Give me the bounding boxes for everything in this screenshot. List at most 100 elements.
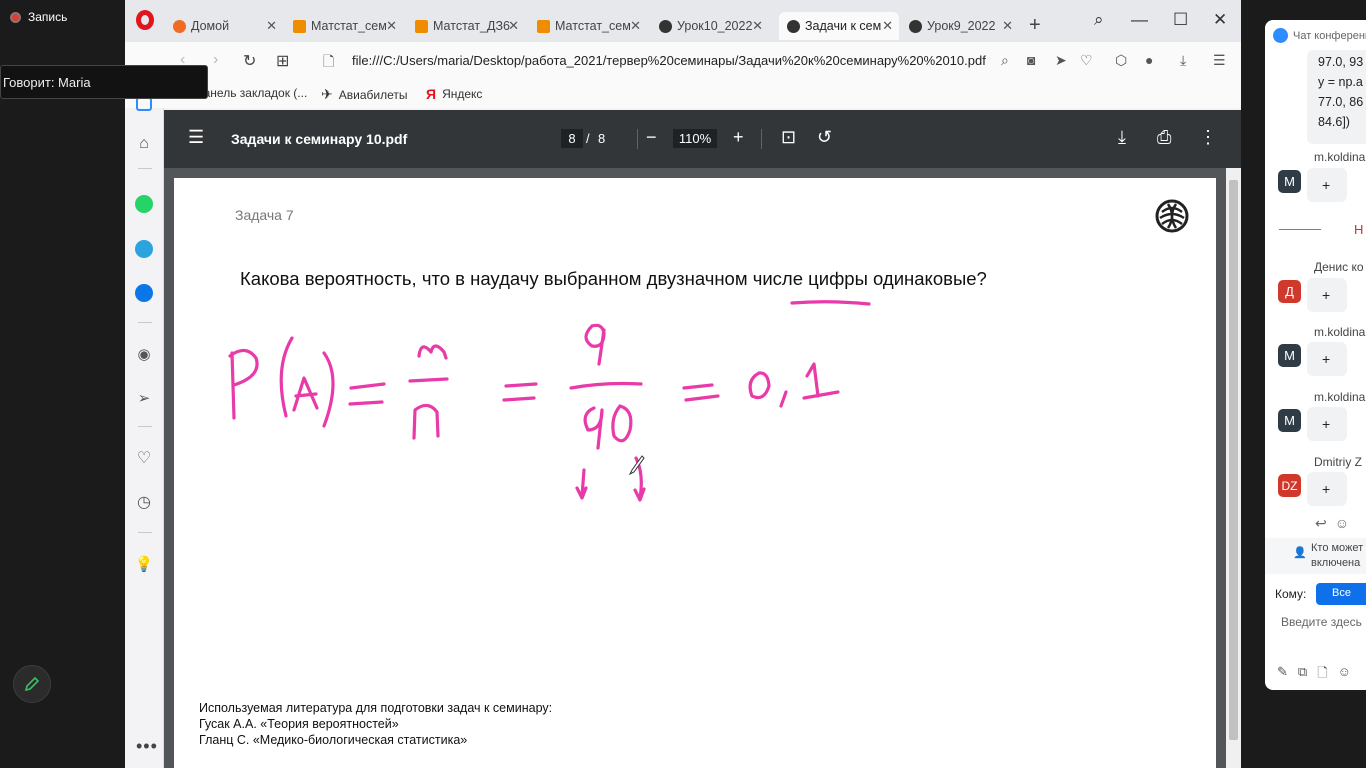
message-sender: Денис ко <box>1314 260 1364 274</box>
minimize-icon[interactable]: — <box>1131 10 1148 30</box>
screenshot-icon[interactable]: ⧉ <box>1298 664 1307 686</box>
search-icon[interactable]: ⌕ <box>1094 10 1104 30</box>
page-separator: / <box>586 131 590 146</box>
bookmarks-bar: Панель закладок (... ✈ Авиабилеты Я Янде… <box>125 80 1241 108</box>
file-icon: 🗋 <box>323 53 335 69</box>
print-icon[interactable]: ⎙ <box>1157 127 1171 148</box>
reply-icon[interactable]: ↩ <box>1315 515 1327 532</box>
profile-icon[interactable]: ● <box>1145 52 1153 68</box>
document-icon <box>537 19 550 33</box>
chat-panel: Чат конференции 97.0, 93 y = np.a 77.0, … <box>1265 20 1366 690</box>
telegram-icon[interactable] <box>134 239 154 259</box>
tab-home[interactable]: Домой ✕ <box>165 12 283 40</box>
annotate-pen-button[interactable] <box>13 665 51 703</box>
message-bubble: + <box>1307 342 1347 376</box>
tab-lesson9[interactable]: Урок9_2022 ✕ <box>901 12 1019 40</box>
tab-seminar-tasks[interactable]: Задачи к сем ✕ <box>779 12 899 40</box>
message-bubble: + <box>1307 407 1347 441</box>
tab-lesson10[interactable]: Урок10_2022 ✕ <box>651 12 769 40</box>
bookmark-panel[interactable]: Панель закладок (... <box>195 86 307 100</box>
document-icon <box>293 19 306 33</box>
zoom-out-icon[interactable]: − <box>646 127 657 148</box>
close-window-icon[interactable]: ✕ <box>1213 10 1227 30</box>
forward-icon[interactable]: › <box>213 51 218 69</box>
whatsapp-icon[interactable] <box>134 194 154 214</box>
zoom-page-icon[interactable]: ⌕ <box>1001 52 1009 69</box>
more-options-icon[interactable]: ⋮ <box>1199 127 1217 148</box>
yandex-icon: Я <box>426 86 437 102</box>
airplane-icon: ✈ <box>321 86 333 102</box>
close-icon[interactable]: ✕ <box>630 18 641 34</box>
reload-icon[interactable]: ↻ <box>243 51 256 71</box>
tab-matstat-3[interactable]: Матстат_сем ✕ <box>529 12 647 40</box>
tab-bar: Домой ✕ Матстат_сем ✕ Матстат_ДЗ6 ✕ Матс… <box>125 0 1241 42</box>
player-icon[interactable]: ◉ <box>134 344 154 364</box>
user-icon: 👤 <box>1293 547 1307 559</box>
message-bubble: + <box>1307 278 1347 312</box>
download-icon[interactable]: ⤓ <box>1118 127 1126 148</box>
emoji-icon[interactable]: ☺ <box>1335 515 1349 532</box>
vk-icon[interactable] <box>134 283 154 303</box>
home-icon[interactable]: ⌂ <box>134 134 154 154</box>
fit-page-icon[interactable]: ⊡ <box>781 127 796 148</box>
zoom-in-icon[interactable]: + <box>733 127 744 148</box>
chat-message-input[interactable]: Введите здесь <box>1281 615 1362 629</box>
close-icon[interactable]: ✕ <box>882 18 893 34</box>
history-icon[interactable]: ◷ <box>134 492 154 512</box>
pdf-scrollbar[interactable] <box>1226 168 1241 768</box>
tab-matstat-1[interactable]: Матстат_сем ✕ <box>285 12 403 40</box>
recipient-label: Кому: <box>1275 587 1307 601</box>
pdf-viewer: Задача 7 Какова вероятность, что в науда… <box>164 168 1241 768</box>
globe-icon <box>909 19 922 33</box>
literature-item: Гланц С. «Медико-биологическая статистик… <box>199 733 468 747</box>
bookmarks-icon[interactable]: ♡ <box>134 448 154 468</box>
new-tab-icon[interactable]: + <box>1029 14 1041 37</box>
message-sender: m.koldina <box>1314 150 1366 164</box>
close-icon[interactable]: ✕ <box>1002 18 1013 34</box>
maximize-icon[interactable]: ☐ <box>1173 10 1188 30</box>
handwritten-solution <box>228 300 871 502</box>
literature-heading: Используемая литература для подготовки з… <box>199 701 553 715</box>
page-total: 8 <box>598 131 606 146</box>
address-bar: ‹ › ↻ ⊞ 🗋 file:///C:/Users/maria/Desktop… <box>125 42 1241 80</box>
message-sender: Dmitriy Z <box>1314 455 1362 469</box>
pdf-page: Задача 7 Какова вероятность, что в науда… <box>174 178 1216 768</box>
close-icon[interactable]: ✕ <box>752 18 763 34</box>
emoji-icon[interactable]: ☺ <box>1338 664 1351 686</box>
close-icon[interactable]: ✕ <box>508 18 519 34</box>
format-icon[interactable]: ✎ <box>1277 664 1288 686</box>
tips-icon[interactable]: 💡 <box>134 554 154 574</box>
document-icon <box>415 19 428 33</box>
tabs-grid-icon[interactable]: ⊞ <box>276 51 289 71</box>
rotate-icon[interactable]: ↺ <box>817 127 832 148</box>
opera-logo-icon[interactable] <box>136 10 154 30</box>
zoom-input[interactable]: 110% <box>673 129 717 148</box>
heart-icon[interactable]: ♡ <box>1080 52 1093 69</box>
chat-toolbar: ✎ ⧉ 🗋 ☺ <box>1277 664 1351 686</box>
camera-icon[interactable]: ◙ <box>1027 52 1035 68</box>
easy-setup-icon[interactable]: ☰ <box>1213 52 1226 69</box>
opera-tab-icon <box>173 19 186 33</box>
more-dots-icon[interactable]: ••• <box>136 736 158 757</box>
close-icon[interactable]: ✕ <box>386 18 397 34</box>
box-icon[interactable]: ⬡ <box>1115 52 1127 69</box>
avatar: M <box>1278 409 1301 432</box>
bookmark-yandex[interactable]: Я Яндекс <box>426 86 482 102</box>
download-icon[interactable]: ⤓ <box>1180 52 1186 69</box>
new-messages-divider <box>1279 229 1321 230</box>
bookmark-aviatickets[interactable]: ✈ Авиабилеты <box>321 86 407 103</box>
url-field[interactable]: file:///C:/Users/maria/Desktop/работа_20… <box>352 53 986 68</box>
close-icon[interactable]: ✕ <box>266 18 277 34</box>
recording-indicator[interactable]: Запись <box>10 10 67 24</box>
recipient-select[interactable]: Все <box>1316 583 1366 605</box>
send-icon[interactable]: ➤ <box>1055 52 1067 69</box>
file-icon[interactable]: 🗋 <box>1317 664 1327 686</box>
send-flow-icon[interactable]: ➢ <box>134 388 154 408</box>
avatar: M <box>1278 170 1301 193</box>
message-bubble: + <box>1307 168 1347 202</box>
page-number-input[interactable]: 8 <box>561 129 583 148</box>
menu-icon[interactable]: ☰ <box>188 127 204 148</box>
zoom-icon <box>1273 28 1288 43</box>
scrollbar-thumb[interactable] <box>1229 180 1238 740</box>
tab-matstat-2[interactable]: Матстат_ДЗ6 ✕ <box>407 12 525 40</box>
